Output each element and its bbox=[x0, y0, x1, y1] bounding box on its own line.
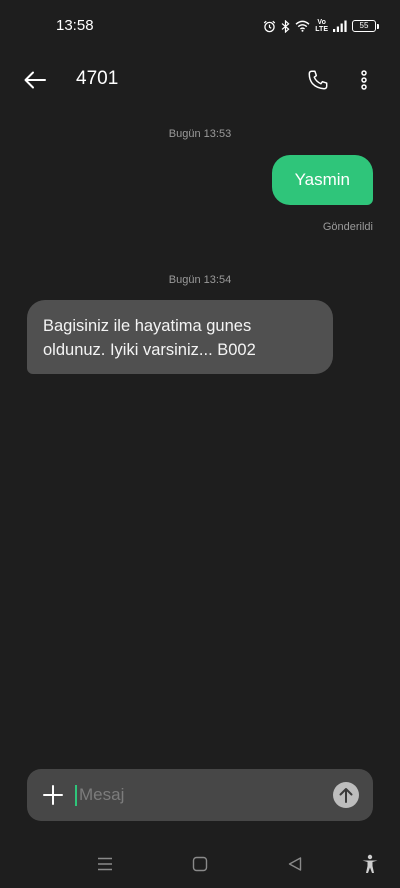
attach-button[interactable] bbox=[41, 783, 65, 807]
status-time: 13:58 bbox=[56, 17, 94, 34]
alarm-icon bbox=[263, 20, 276, 33]
message-text: Yasmin bbox=[294, 170, 350, 189]
outgoing-message-bubble[interactable]: Yasmin bbox=[271, 155, 373, 205]
system-nav-bar bbox=[0, 840, 400, 888]
back-arrow-icon bbox=[24, 71, 46, 89]
nav-home-button[interactable] bbox=[188, 853, 212, 875]
volte-label-top: Vo bbox=[317, 19, 326, 26]
bluetooth-icon bbox=[281, 19, 290, 33]
plus-icon bbox=[43, 785, 63, 805]
nav-back-button[interactable] bbox=[283, 853, 307, 875]
status-icons: Vo LTE 55 bbox=[263, 17, 379, 35]
volte-icon: Vo LTE bbox=[315, 19, 328, 33]
incoming-message-bubble[interactable]: Bagisiniz ile hayatima gunes oldunuz. Iy… bbox=[27, 300, 333, 374]
call-button[interactable] bbox=[302, 64, 334, 96]
accessibility-icon bbox=[362, 854, 378, 873]
messaging-screen: 13:58 Vo LTE 55 4701 Bugün 13:53 Yasmin … bbox=[0, 0, 400, 888]
back-button[interactable] bbox=[20, 66, 50, 94]
message-text: Bagisiniz ile hayatima gunes oldunuz. Iy… bbox=[43, 317, 256, 359]
phone-icon bbox=[308, 70, 328, 90]
wifi-icon bbox=[295, 20, 310, 32]
more-vertical-icon bbox=[361, 70, 367, 90]
accessibility-button[interactable] bbox=[358, 853, 382, 875]
send-button[interactable] bbox=[333, 782, 359, 808]
timestamp: Bugün 13:54 bbox=[168, 274, 232, 286]
nav-menu-button[interactable] bbox=[93, 853, 117, 875]
back-triangle-icon bbox=[288, 857, 302, 871]
volte-label-bottom: LTE bbox=[315, 26, 328, 33]
signal-icon bbox=[333, 20, 347, 32]
delivery-status: Gönderildi bbox=[322, 221, 373, 233]
send-arrow-up-icon bbox=[339, 788, 353, 803]
battery-icon: 55 bbox=[352, 20, 379, 32]
app-bar: 4701 bbox=[0, 52, 400, 108]
contact-title: 4701 bbox=[76, 68, 119, 89]
battery-level: 55 bbox=[359, 21, 369, 30]
text-cursor bbox=[75, 785, 77, 806]
home-square-icon bbox=[192, 856, 208, 872]
message-composer bbox=[27, 769, 373, 821]
message-input[interactable] bbox=[79, 781, 319, 809]
more-options-button[interactable] bbox=[350, 64, 378, 96]
timestamp: Bugün 13:53 bbox=[168, 128, 232, 140]
menu-icon bbox=[98, 857, 112, 871]
status-bar: 13:58 Vo LTE 55 bbox=[0, 0, 400, 52]
